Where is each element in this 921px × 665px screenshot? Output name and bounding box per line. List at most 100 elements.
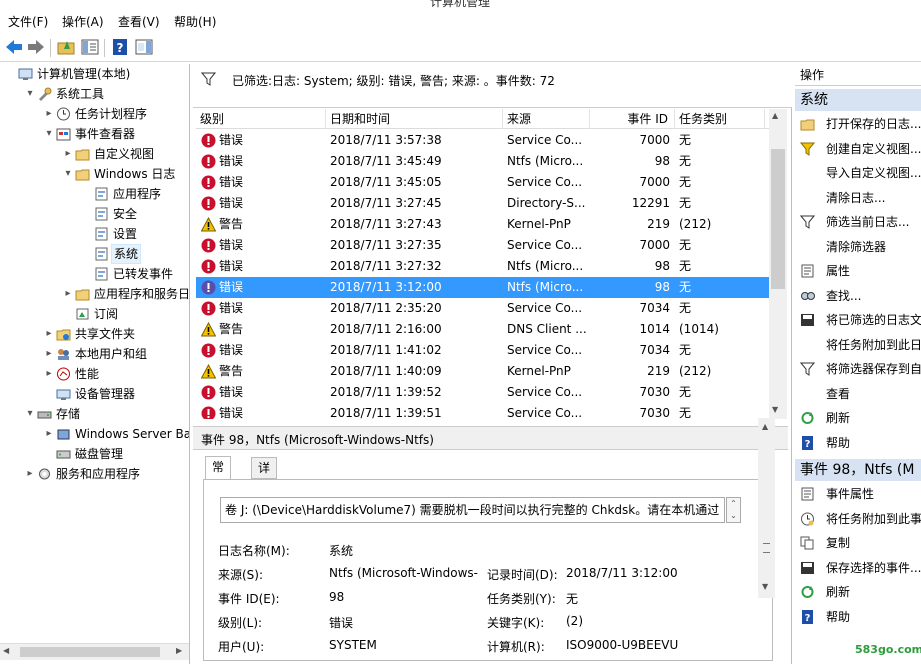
collapsed-arrow-icon[interactable]: ▸	[44, 344, 54, 364]
collapsed-arrow-icon[interactable]: ▸	[25, 464, 35, 484]
action-item[interactable]: 事件属性	[795, 483, 921, 505]
action-item[interactable]: 刷新	[795, 581, 921, 603]
table-row[interactable]: 错误 2018/7/11 3:45:05 Service Co... 7000 无	[196, 172, 774, 193]
back-arrow-icon[interactable]	[4, 37, 24, 57]
action-item[interactable]: 查找...	[795, 285, 921, 307]
show-hide-tree-icon[interactable]	[80, 37, 100, 57]
event-list-scrollbar[interactable]: ▲ ▼	[769, 109, 787, 419]
scroll-thumb[interactable]	[20, 647, 160, 657]
event-description[interactable]: 卷 J: (\Device\HarddiskVolume7) 需要脱机一段时间以…	[220, 497, 725, 523]
up-folder-icon[interactable]	[56, 37, 76, 57]
actions-section-system[interactable]: 系统	[795, 89, 921, 111]
collapsed-arrow-icon[interactable]: ▸	[44, 424, 54, 444]
expanded-arrow-icon[interactable]: ▾	[63, 164, 73, 184]
cell-date: 2018/7/11 1:40:09	[330, 364, 442, 378]
menu-view[interactable]: 查看(V)	[118, 13, 160, 30]
table-row[interactable]: 错误 2018/7/11 3:27:35 Service Co... 7000 无	[196, 235, 774, 256]
table-row[interactable]: 错误 2018/7/11 3:27:32 Ntfs (Micro... 98 无	[196, 256, 774, 277]
cell-level: 错误	[219, 385, 244, 399]
show-hide-action-pane-icon[interactable]	[134, 37, 154, 57]
cell-source: Ntfs (Micro...	[507, 154, 584, 168]
cell-source: Service Co...	[507, 385, 583, 399]
action-item[interactable]: 刷新	[795, 407, 921, 429]
action-item[interactable]: 将已筛选的日志文	[795, 309, 921, 331]
action-item[interactable]: 创建自定义视图...	[795, 138, 921, 160]
logged-value: 2018/7/11 3:12:00	[566, 566, 678, 580]
cell-level: 警告	[219, 364, 244, 378]
menu-action[interactable]: 操作(A)	[62, 13, 104, 30]
log-icon	[95, 227, 108, 241]
log-icon	[95, 207, 108, 221]
collapsed-arrow-icon[interactable]: ▸	[63, 144, 73, 164]
help-icon[interactable]: ?	[110, 37, 130, 57]
tab-details[interactable]: 详细信息	[251, 457, 278, 535]
tree-item-label: 事件查看器	[75, 127, 136, 141]
table-row[interactable]: 警告 2018/7/11 2:16:00 DNS Client ... 1014 (10…	[196, 319, 774, 340]
collapsed-arrow-icon[interactable]: ▸	[63, 284, 73, 304]
table-row[interactable]: 错误 2018/7/11 1:41:02 Service Co... 7034 无	[196, 340, 774, 361]
column-task-category[interactable]: 任务类别	[675, 109, 765, 129]
menu-file[interactable]: 文件(F)	[8, 13, 48, 30]
details-scroll-up-icon[interactable]: ▲	[762, 422, 768, 431]
actions-section-event[interactable]: 事件 98，Ntfs (M	[795, 459, 921, 481]
table-row[interactable]: 错误 2018/7/11 1:39:52 Service Co... 7030 无	[196, 382, 774, 403]
description-scroll-buttons[interactable]: ⌃ ⌄	[726, 497, 741, 523]
column-source[interactable]: 来源	[503, 109, 590, 129]
table-row[interactable]: 警告 2018/7/11 3:27:43 Kernel-PnP 219 (212)	[196, 214, 774, 235]
action-item[interactable]: 清除筛选器	[795, 236, 921, 258]
action-item[interactable]: 查看	[795, 383, 921, 405]
error-icon	[201, 154, 216, 169]
scroll-left-icon[interactable]: ◀	[3, 646, 9, 655]
table-row[interactable]: 警告 2018/7/11 1:40:09 Kernel-PnP 219 (212)	[196, 361, 774, 382]
cell-date: 2018/7/11 2:35:20	[330, 301, 442, 315]
action-item[interactable]: 属性	[795, 260, 921, 282]
collapsed-arrow-icon[interactable]: ▸	[44, 104, 54, 124]
action-item[interactable]: 清除日志...	[795, 187, 921, 209]
scroll-down-icon[interactable]: ▼	[772, 405, 778, 414]
table-row[interactable]: 错误 2018/7/11 3:12:00 Ntfs (Micro... 98 无	[196, 277, 774, 298]
action-item[interactable]: 保存选择的事件...	[795, 557, 921, 579]
expanded-arrow-icon[interactable]: ▾	[44, 124, 54, 144]
action-item[interactable]: ? 帮助	[795, 432, 921, 454]
table-row[interactable]: 错误 2018/7/11 3:27:45 Directory-S... 12291 无	[196, 193, 774, 214]
details-scroll-grip-icon[interactable]	[763, 543, 770, 553]
collapsed-arrow-icon[interactable]: ▸	[44, 324, 54, 344]
tree-item-label: 磁盘管理	[75, 447, 124, 461]
cell-level: 错误	[219, 406, 244, 419]
find-icon	[801, 291, 815, 300]
details-scroll-down-icon[interactable]: ▼	[762, 582, 768, 591]
error-icon	[201, 301, 216, 316]
table-row[interactable]: 错误 2018/7/11 2:35:20 Service Co... 7034 无	[196, 298, 774, 319]
scroll-right-icon[interactable]: ▶	[176, 646, 182, 655]
action-item[interactable]: 将任务附加到此日	[795, 334, 921, 356]
table-row[interactable]: 错误 2018/7/11 3:57:38 Service Co... 7000 无	[196, 130, 774, 151]
scroll-up-icon[interactable]: ▲	[772, 111, 778, 120]
tree-horizontal-scrollbar[interactable]: ◀ ▶	[0, 643, 189, 660]
tab-general[interactable]: 常规	[205, 456, 232, 494]
action-item[interactable]: 复制	[795, 532, 921, 554]
action-item[interactable]: 筛选当前日志...	[795, 211, 921, 233]
action-item[interactable]: 导入自定义视图...	[795, 162, 921, 184]
action-item[interactable]: 打开保存的日志...	[795, 113, 921, 135]
warning-icon	[201, 364, 216, 379]
action-item[interactable]: 将任务附加到此事	[795, 508, 921, 530]
cell-task-category: 无	[679, 280, 692, 294]
expanded-arrow-icon[interactable]: ▾	[25, 404, 35, 424]
table-row[interactable]: 错误 2018/7/11 1:39:51 Service Co... 7030 无	[196, 403, 774, 419]
collapsed-arrow-icon[interactable]: ▸	[44, 364, 54, 384]
menu-help[interactable]: 帮助(H)	[174, 13, 216, 30]
column-level[interactable]: 级别	[196, 109, 326, 129]
scroll-thumb[interactable]	[771, 149, 785, 289]
column-date[interactable]: 日期和时间	[326, 109, 503, 129]
expanded-arrow-icon[interactable]: ▾	[25, 84, 35, 104]
action-item[interactable]: ? 帮助	[795, 606, 921, 628]
details-scrollbar[interactable]: ▲ ▼	[758, 418, 775, 598]
table-row[interactable]: 错误 2018/7/11 3:45:49 Ntfs (Micro... 98 无	[196, 151, 774, 172]
tree-item-label: 系统	[111, 244, 142, 264]
forward-arrow-icon[interactable]	[26, 37, 46, 57]
open-log-icon	[800, 119, 815, 131]
cell-source: Service Co...	[507, 343, 583, 357]
column-event-id[interactable]: 事件 ID	[590, 109, 675, 129]
action-item[interactable]: 将筛选器保存到自	[795, 358, 921, 380]
tree-item-label: 性能	[75, 367, 100, 381]
